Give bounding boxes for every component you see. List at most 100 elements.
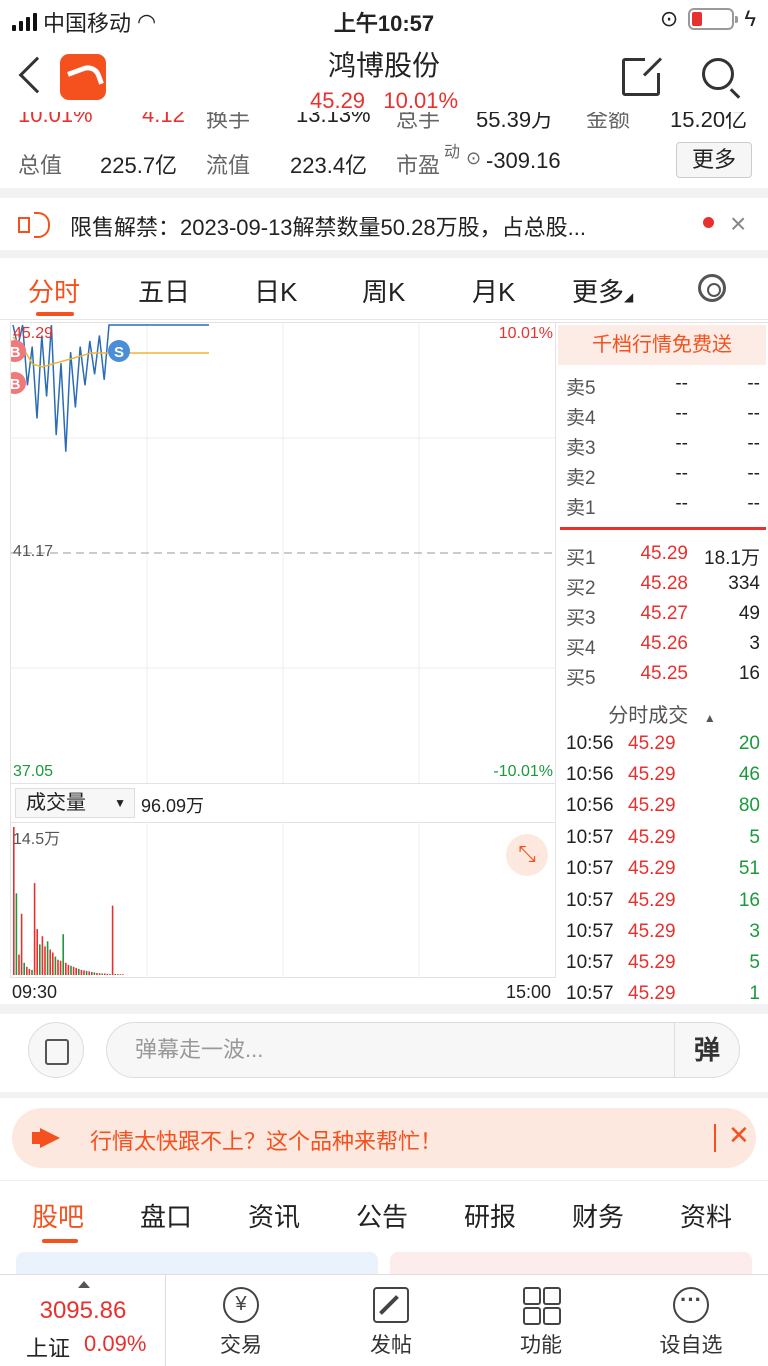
stock-header: 鸿博股份 45.29 10.01% [0,38,768,118]
ask-row: 卖3 -- -- [566,429,760,459]
bid-row: 买3 45.27 49 [566,599,760,629]
volume-bar [80,969,83,975]
tab-weekly-k[interactable]: 周K [362,272,405,309]
ask-price: -- [675,433,688,454]
stat-change: 4.12 [142,112,185,127]
index-ticker[interactable]: 3095.86 上证 0.09% [0,1275,166,1366]
nav-functions[interactable]: 功能 [466,1275,616,1366]
nav-trade[interactable]: 交易 [166,1275,316,1366]
volume-bar [15,893,18,975]
tick-vol: 51 [738,858,760,879]
tick-row: 10:57 45.29 51 [566,854,760,884]
price-value: 45.29 [309,88,366,113]
ask-label: 卖5 [566,378,596,399]
nav-post-label: 发帖 [370,1334,412,1357]
tick-time: 10:57 [566,827,614,848]
tab-reports[interactable]: 研报 [464,1197,516,1234]
tick-vol: 20 [738,733,760,754]
volume-bar [98,973,101,975]
ask-row: 卖5 -- -- [566,369,760,399]
tab-news[interactable]: 资讯 [248,1197,300,1234]
gear-icon[interactable] [698,274,726,302]
stats-row: 总值 225.7亿 流值 223.4亿 市盈 动 ⊙ -309.16 更多 [0,142,768,182]
stat-turnover: 13.13% [296,112,371,127]
notice-bar[interactable]: 限售解禁：2023-09-13解禁数量50.28万股，占总股... × [0,198,768,250]
ask-price: -- [675,493,688,514]
expand-icon[interactable]: ⤡ [506,834,548,876]
volume-bar [83,970,85,975]
tab-profile[interactable]: 资料 [680,1197,732,1234]
close-icon[interactable]: ✕ [728,1120,750,1151]
tick-price: 45.29 [628,827,676,848]
volume-max-label: 14.5万 [13,831,61,848]
notice-text[interactable]: 限售解禁：2023-09-13解禁数量50.28万股，占总股... [70,210,586,242]
share-icon[interactable] [622,55,663,96]
tab-more[interactable]: 更多◢ [572,272,633,309]
pe-info-icon[interactable]: ⊙ [466,148,481,169]
more-stats-button[interactable]: 更多 [676,142,752,178]
volume-indicator-select[interactable]: 成交量 ▼ [15,788,135,818]
bid-row: 买5 45.25 16 [566,659,760,689]
free-depth-banner[interactable]: 千档行情免费送 [558,325,766,365]
bid-row: 买2 45.28 334 [566,569,760,599]
battery-icon [688,8,739,30]
tick-price: 45.29 [628,952,676,973]
volume-total: 96.09万 [141,796,205,816]
nav-watchlist[interactable]: 设自选 [616,1275,766,1366]
search-icon[interactable] [702,58,734,90]
ask-label: 卖3 [566,438,596,459]
promo-banner[interactable]: 行情太快跟不上？这个品种来帮忙！ ✕ [12,1108,756,1168]
close-icon[interactable]: × [730,208,746,240]
volume-bar [109,974,111,975]
danmaku-settings-icon[interactable] [28,1022,84,1078]
danmaku-input[interactable]: 弹幕走一波... [106,1022,674,1078]
danmaku-toggle-button[interactable]: 弹 [674,1022,740,1078]
tick-price: 45.29 [628,733,676,754]
stats-row-partial: 10.01% 4.12 换手 13.13% 总手 55.39万 金额 15.20… [0,112,768,134]
volume-bar [33,883,36,975]
ask-row: 卖4 -- -- [566,399,760,429]
bid-vol: 18.1万 [704,548,760,569]
bid-price: 45.28 [640,573,688,594]
tab-finance[interactable]: 财务 [572,1197,624,1234]
ask-row: 卖1 -- -- [566,489,760,519]
tab-forum[interactable]: 股吧 [32,1197,84,1234]
tab-monthly-k[interactable]: 月K [472,272,515,309]
chart-tabs: 分时 五日 日K 周K 月K 更多◢ [0,258,768,320]
volume-bar [46,941,49,975]
ticks-title[interactable]: 分时成交 ▲ [556,699,768,728]
float-value-label: 流值 [206,153,251,178]
volume-bar [67,964,70,975]
volume-bar [104,973,106,975]
volume-bar [44,946,46,975]
index-pct: 0.09% [84,1331,147,1356]
ask-price: -- [675,373,688,394]
volume-header: 成交量 ▼ 96.09万 [10,784,556,822]
tick-price: 45.29 [628,890,676,911]
bid-vol: 49 [738,603,760,624]
volume-bar [93,972,96,975]
ask-label: 卖4 [566,408,596,429]
intraday-chart-svg: BB S [11,323,555,783]
tab-five-day[interactable]: 五日 [138,272,190,309]
intraday-chart[interactable]: BB S 45.29 41.17 37.05 10.01% -10.01% [10,322,556,784]
promo-text[interactable]: 行情太快跟不上？这个品种来帮忙！ [90,1124,442,1156]
caret-up-icon: ▲ [703,711,716,725]
tab-daily-k[interactable]: 日K [254,272,297,309]
volume-chart[interactable]: 14.5万 [10,822,556,978]
ask-vol: -- [747,403,760,424]
tab-market[interactable]: 盘口 [140,1197,192,1234]
volume-bar [18,954,20,975]
bid-row: 买4 45.26 3 [566,629,760,659]
total-value: 225.7亿 [100,153,178,178]
tab-intraday[interactable]: 分时 [28,272,80,309]
caret-down-icon: ◢ [624,290,634,304]
tab-announcements[interactable]: 公告 [356,1197,408,1234]
pe-label: 市盈 [396,153,441,178]
volume-bar [75,967,77,975]
float-value: 223.4亿 [290,153,368,178]
tick-row: 10:56 45.29 46 [566,760,760,790]
ask-label: 卖2 [566,468,596,489]
rotation-lock-icon: ⊙ [659,6,679,31]
nav-post[interactable]: 发帖 [316,1275,466,1366]
